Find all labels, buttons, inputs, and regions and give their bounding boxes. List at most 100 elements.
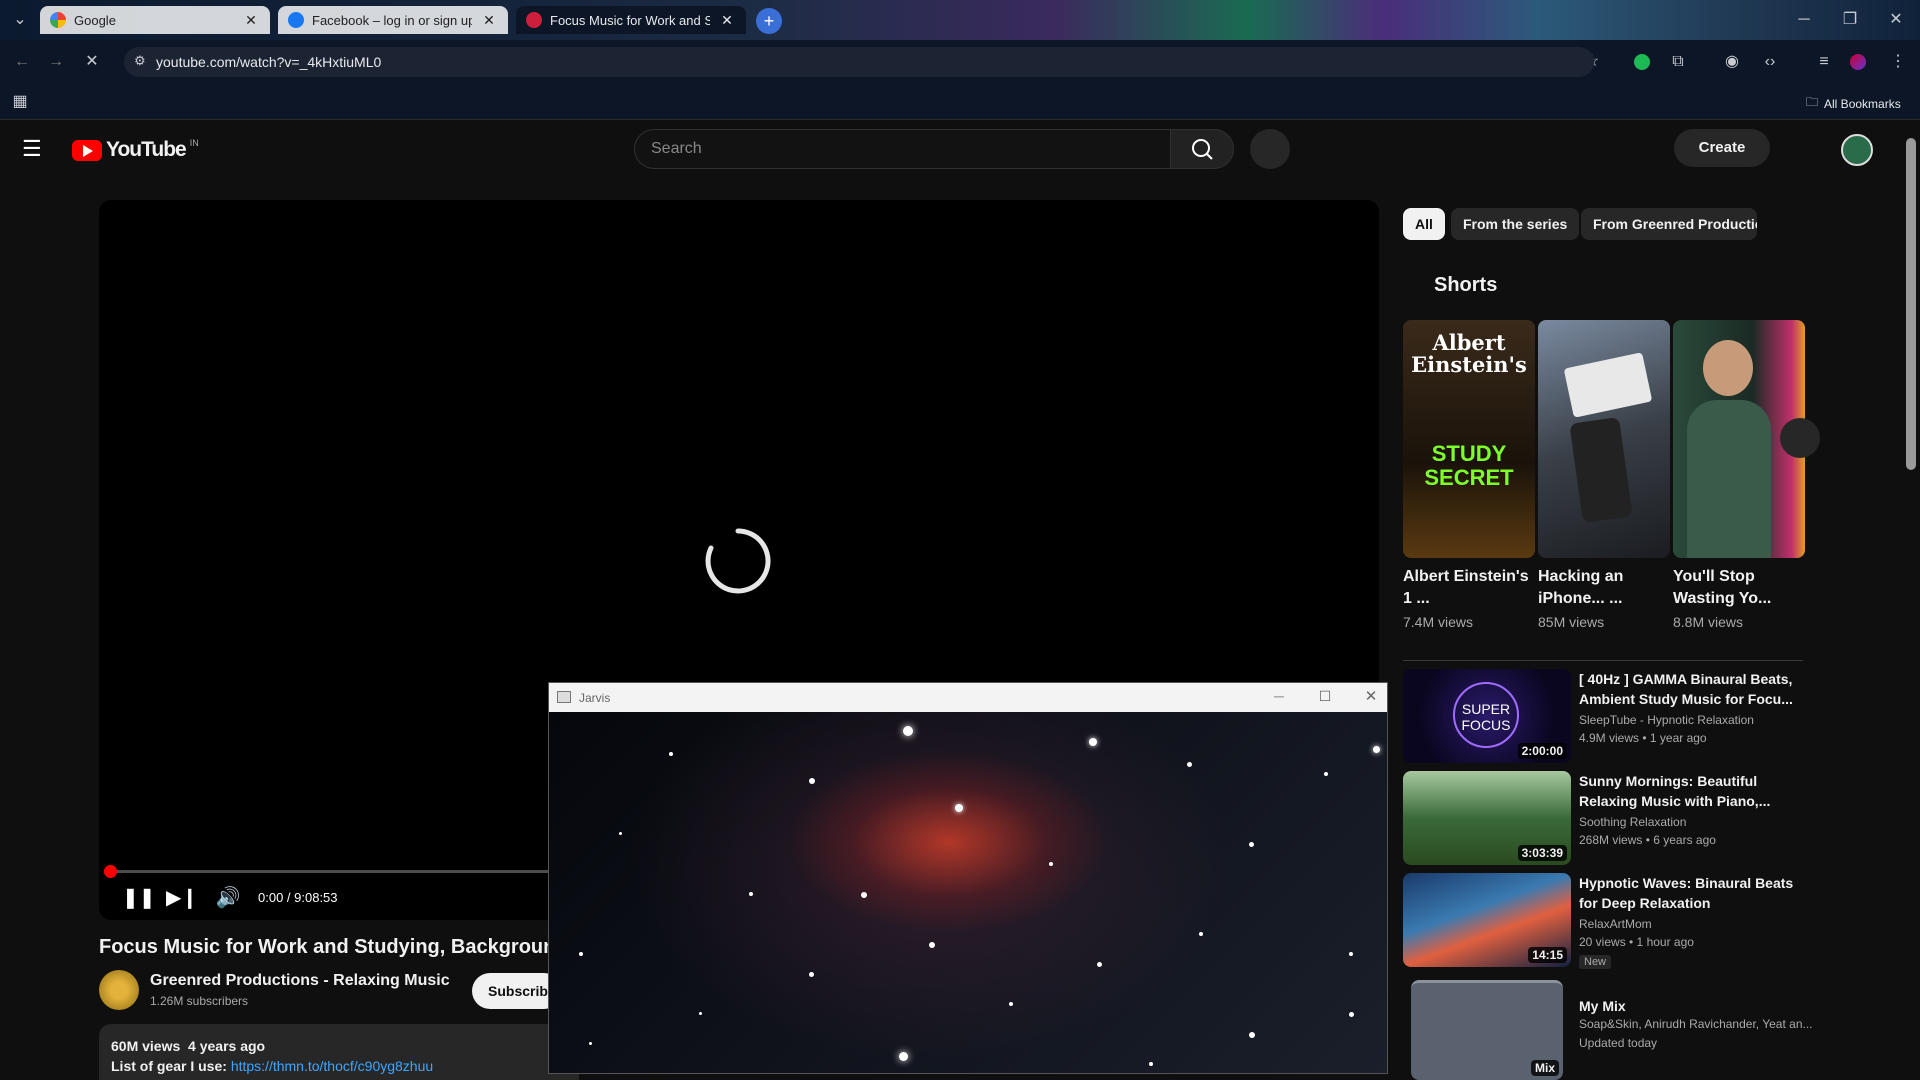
close-icon[interactable]: ✕ xyxy=(480,12,498,29)
menu-icon[interactable]: ⋮ xyxy=(1884,48,1912,76)
duration-badge: 3:03:39 xyxy=(1517,845,1567,861)
tab-label: Facebook – log in or sign up xyxy=(312,12,472,28)
short-item[interactable]: Hacking an iPhone... ... 85M views xyxy=(1538,320,1670,630)
chip-from-series[interactable]: From the series xyxy=(1451,208,1580,240)
video-title: Sunny Mornings: Beautiful Relaxing Music… xyxy=(1579,773,1771,809)
recommendation-item[interactable]: 3:03:39 Sunny Mornings: Beautiful Relaxi… xyxy=(1403,771,1803,867)
progress-scrubber[interactable] xyxy=(104,865,117,878)
all-bookmarks-button[interactable]: 🗀 All Bookmarks xyxy=(1806,93,1901,114)
hamburger-menu-icon[interactable]: ☰ xyxy=(22,136,42,162)
logo-text: YouTube xyxy=(106,138,187,161)
chip-all[interactable]: All xyxy=(1403,208,1445,240)
subscriber-count: 1.26M subscribers xyxy=(150,994,249,1008)
site-info-icon[interactable]: ⚙ xyxy=(134,53,146,69)
channel-name: RelaxArtMom xyxy=(1579,917,1652,931)
pause-button[interactable]: ❚❚ xyxy=(122,884,156,912)
tab-google[interactable]: Google ✕ xyxy=(40,6,270,34)
short-item[interactable]: You'll Stop Wasting Yo... 8.8M views xyxy=(1673,320,1805,630)
volume-icon[interactable]: 🔊 xyxy=(212,884,244,912)
tab-youtube-active[interactable]: Focus Music for Work and Stud ✕ xyxy=(516,6,746,34)
channel-name: SleepTube - Hypnotic Relaxation xyxy=(1579,713,1754,727)
short-views: 85M views xyxy=(1538,614,1605,630)
short-thumbnail: Albert Einstein's STUDY SECRET xyxy=(1403,320,1535,558)
address-bar[interactable]: ⚙ youtube.com/watch?v=_4kHxtiuML0 xyxy=(124,47,1594,77)
restore-icon[interactable]: ❐ xyxy=(1836,6,1864,34)
tab-search-icon[interactable]: ⌄ xyxy=(6,6,34,34)
code-icon[interactable]: ‹› xyxy=(1756,48,1784,76)
video-meta: 268M views • 6 years ago xyxy=(1579,833,1716,847)
close-icon[interactable]: ✕ xyxy=(718,12,736,29)
short-thumbnail xyxy=(1538,320,1670,558)
short-title: You'll Stop Wasting Yo... xyxy=(1673,568,1772,607)
short-views: 8.8M views xyxy=(1673,614,1744,630)
description-link[interactable]: https://thmn.to/thocf/c90yg8zhuu xyxy=(231,1058,433,1074)
short-title: Hacking an iPhone... ... xyxy=(1538,568,1624,607)
new-tab-button[interactable]: + xyxy=(756,8,782,34)
search-button[interactable] xyxy=(1170,129,1234,169)
jarvis-window[interactable]: Jarvis ─ ☐ ✕ xyxy=(548,682,1388,1074)
video-meta: 4.9M views • 1 year ago xyxy=(1579,731,1707,745)
recommendation-item[interactable]: Mix My Mix Soap&Skin, Anirudh Ravichande… xyxy=(1403,980,1813,1080)
loading-spinner-icon xyxy=(705,528,771,594)
tab-label: Google xyxy=(74,12,116,28)
chip-from-channel[interactable]: From Greenred Productio xyxy=(1581,208,1757,240)
search-input[interactable]: Search xyxy=(634,129,1172,169)
tab-label: Focus Music for Work and Stud xyxy=(550,12,710,28)
video-meta: 20 views • 1 hour ago xyxy=(1579,935,1694,949)
description-box[interactable]: 60M views 4 years ago List of gear I use… xyxy=(99,1024,579,1080)
app-icon xyxy=(557,691,571,703)
upload-age: 4 years ago xyxy=(188,1038,266,1054)
media-icon[interactable]: ≡ xyxy=(1810,48,1838,76)
view-count: 60M views xyxy=(111,1038,181,1054)
recommendation-item[interactable]: 14:15 Hypnotic Waves: Binaural Beats for… xyxy=(1403,873,1803,977)
maximize-icon[interactable]: ☐ xyxy=(1313,688,1337,705)
url-text: youtube.com/watch?v=_4kHxtiuML0 xyxy=(156,54,382,70)
channel-name[interactable]: Greenred Productions - Relaxing Music xyxy=(150,972,450,990)
voice-search-button[interactable] xyxy=(1250,129,1290,169)
forward-icon[interactable]: → xyxy=(42,48,70,76)
divider xyxy=(1403,660,1803,661)
short-views: 7.4M views xyxy=(1403,614,1474,630)
short-item[interactable]: Albert Einstein's STUDY SECRET Albert Ei… xyxy=(1403,320,1535,630)
puzzle-icon[interactable]: ⧉ xyxy=(1664,48,1692,76)
play-logo-icon xyxy=(72,139,102,161)
starfield-canvas xyxy=(549,712,1387,1073)
mix-badge: Mix xyxy=(1530,1060,1559,1076)
jarvis-title-bar[interactable]: Jarvis ─ ☐ ✕ xyxy=(549,683,1387,712)
thumbnail-text: SUPER FOCUS xyxy=(1453,682,1519,748)
extension-icon[interactable] xyxy=(1634,54,1650,70)
avatar[interactable] xyxy=(1841,134,1873,166)
scrollbar-thumb[interactable] xyxy=(1906,138,1916,470)
profile-icon[interactable] xyxy=(1850,54,1866,70)
channel-avatar[interactable] xyxy=(99,970,139,1010)
video-title: Hypnotic Waves: Binaural Beats for Deep … xyxy=(1579,875,1794,911)
close-icon[interactable]: ✕ xyxy=(1359,687,1383,705)
loading-favicon-icon xyxy=(526,12,542,28)
minimize-icon[interactable]: ─ xyxy=(1790,6,1818,34)
search-placeholder: Search xyxy=(651,140,702,157)
search-icon xyxy=(1192,139,1213,160)
bookmarks-bar: ▦ 🗀 All Bookmarks xyxy=(0,84,1920,120)
shorts-heading: Shorts xyxy=(1434,274,1498,296)
short-title: Albert Einstein's 1 ... xyxy=(1403,568,1529,607)
thumbnail-text: Albert Einstein's xyxy=(1411,330,1527,377)
apps-grid-icon[interactable]: ▦ xyxy=(6,88,34,116)
window-title: Jarvis xyxy=(579,691,611,705)
close-window-icon[interactable]: ✕ xyxy=(1882,6,1910,34)
stop-loading-icon[interactable]: ✕ xyxy=(78,48,106,76)
tab-facebook[interactable]: Facebook – log in or sign up ✕ xyxy=(278,6,508,34)
video-thumbnail: 3:03:39 xyxy=(1403,771,1571,865)
facebook-icon xyxy=(288,12,304,28)
close-icon[interactable]: ✕ xyxy=(242,12,260,29)
minimize-icon[interactable]: ─ xyxy=(1267,688,1291,704)
next-button[interactable]: ▶❙ xyxy=(166,884,198,912)
folder-icon: 🗀 xyxy=(1806,95,1819,109)
create-button[interactable]: Create xyxy=(1674,129,1770,167)
youtube-logo[interactable]: YouTube IN xyxy=(72,138,199,162)
back-icon[interactable]: ← xyxy=(8,48,36,76)
duration-badge: 2:00:00 xyxy=(1517,743,1567,759)
shorts-next-button[interactable] xyxy=(1780,418,1820,458)
camera-icon[interactable]: ◉ xyxy=(1718,48,1746,76)
recommendation-item[interactable]: SUPER FOCUS 2:00:00 [ 40Hz ] GAMMA Binau… xyxy=(1403,669,1803,765)
description-label: List of gear I use: xyxy=(111,1058,227,1074)
